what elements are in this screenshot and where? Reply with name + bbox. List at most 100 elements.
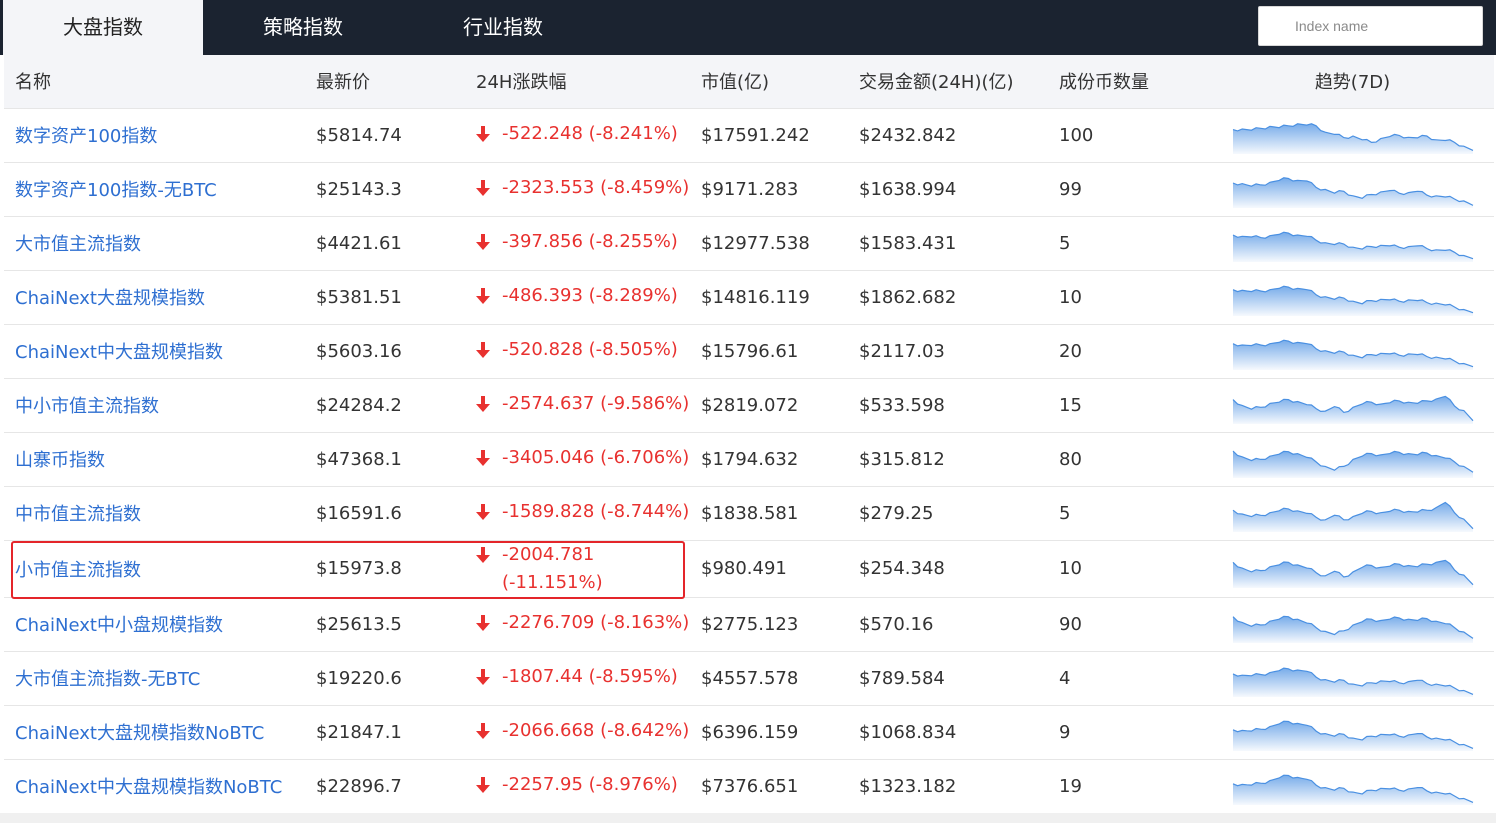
index-name-link[interactable]: 大市值主流指数 xyxy=(15,234,141,255)
constituent-count-cell: 9 xyxy=(1051,705,1211,760)
arrow-down-icon xyxy=(476,503,490,520)
price-cell: $22896.7 xyxy=(308,759,468,814)
trend-sparkline xyxy=(1232,177,1473,208)
arrow-down-icon xyxy=(476,449,490,466)
trend-cell xyxy=(1211,540,1494,598)
index-name-link[interactable]: 大市值主流指数-无BTC xyxy=(15,669,200,690)
name-cell: ChaiNext中小盘规模指数 xyxy=(4,597,308,652)
index-name-link[interactable]: 数字资产100指数 xyxy=(15,126,157,147)
table-row[interactable]: 山寨币指数 $47368.1 -3405.046 (-6.706%) $1794… xyxy=(4,432,1494,487)
change-cell: -2004.781 (-11.151%) xyxy=(468,540,693,598)
index-name-link[interactable]: ChaiNext大盘规模指数 xyxy=(15,288,205,309)
price-cell: $5381.51 xyxy=(308,270,468,325)
sparkline-area xyxy=(1232,396,1473,424)
trend-cell xyxy=(1211,324,1494,379)
price-cell: $21847.1 xyxy=(308,705,468,760)
name-cell: ChaiNext大盘规模指数NoBTC xyxy=(4,705,308,760)
sparkline-area xyxy=(1232,123,1473,154)
change-cell: -2574.637 (-9.586%) xyxy=(468,378,693,433)
name-cell: 中小市值主流指数 xyxy=(4,378,308,433)
index-search-input[interactable] xyxy=(1258,6,1483,46)
table-row[interactable]: ChaiNext中大盘规模指数 $5603.16 -520.828 (-8.50… xyxy=(4,324,1494,379)
price-cell: $4421.61 xyxy=(308,216,468,271)
table-row[interactable]: 小市值主流指数 $15973.8 -2004.781 (-11.151%) $9… xyxy=(4,540,1494,598)
change-value: -397.856 (-8.255%) xyxy=(502,231,678,253)
table-row[interactable]: 中市值主流指数 $16591.6 -1589.828 (-8.744%) $18… xyxy=(4,486,1494,541)
col-header-volume[interactable]: 交易金额(24H)(亿) xyxy=(851,55,1051,109)
constituent-count-cell: 4 xyxy=(1051,651,1211,706)
table-row[interactable]: 中小市值主流指数 $24284.2 -2574.637 (-9.586%) $2… xyxy=(4,378,1494,433)
name-cell: 中市值主流指数 xyxy=(4,486,308,541)
col-header-market-cap[interactable]: 市值(亿) xyxy=(693,55,851,109)
index-name-link[interactable]: 小市值主流指数 xyxy=(15,560,141,581)
arrow-down-icon xyxy=(476,614,490,631)
market-cap-cell: $2819.072 xyxy=(693,378,851,433)
constituent-count-cell: 99 xyxy=(1051,162,1211,217)
col-header-change[interactable]: 24H涨跌幅 xyxy=(468,55,693,109)
market-cap-cell: $7376.651 xyxy=(693,759,851,814)
index-name-link[interactable]: 中小市值主流指数 xyxy=(15,396,159,417)
trend-sparkline xyxy=(1232,395,1473,424)
horizontal-scrollbar[interactable] xyxy=(0,813,1496,823)
trend-sparkline xyxy=(1232,339,1473,370)
price-cell: $19220.6 xyxy=(308,651,468,706)
change-value: -1807.44 (-8.595%) xyxy=(502,666,678,688)
arrow-down-icon xyxy=(476,668,490,685)
trend-cell xyxy=(1211,651,1494,706)
trend-sparkline xyxy=(1232,667,1473,697)
arrow-down-icon xyxy=(476,287,490,304)
price-cell: $25143.3 xyxy=(308,162,468,217)
tab-industry-index[interactable]: 行业指数 xyxy=(403,0,603,55)
constituent-count-cell: 10 xyxy=(1051,540,1211,598)
trend-cell xyxy=(1211,759,1494,814)
index-name-link[interactable]: 山寨币指数 xyxy=(15,450,105,471)
col-header-name[interactable]: 名称 xyxy=(4,55,308,109)
table-row[interactable]: 大市值主流指数 $4421.61 -397.856 (-8.255%) $129… xyxy=(4,216,1494,271)
tab-large-cap-index[interactable]: 大盘指数 xyxy=(3,0,203,55)
trend-sparkline xyxy=(1232,450,1473,478)
name-cell: 数字资产100指数 xyxy=(4,108,308,163)
name-cell: 山寨币指数 xyxy=(4,432,308,487)
index-name-link[interactable]: ChaiNext中大盘规模指数 xyxy=(15,342,223,363)
market-cap-cell: $980.491 xyxy=(693,540,851,598)
table-row[interactable]: 数字资产100指数-无BTC $25143.3 -2323.553 (-8.45… xyxy=(4,162,1494,217)
market-cap-cell: $9171.283 xyxy=(693,162,851,217)
table-row[interactable]: ChaiNext大盘规模指数 $5381.51 -486.393 (-8.289… xyxy=(4,270,1494,325)
col-header-price[interactable]: 最新价 xyxy=(308,55,468,109)
change-value: -2257.95 (-8.976%) xyxy=(502,774,678,796)
table-row[interactable]: 大市值主流指数-无BTC $19220.6 -1807.44 (-8.595%)… xyxy=(4,651,1494,706)
volume-cell: $2432.842 xyxy=(851,108,1051,163)
constituent-count-cell: 80 xyxy=(1051,432,1211,487)
name-cell: 小市值主流指数 xyxy=(4,540,308,598)
volume-cell: $1068.834 xyxy=(851,705,1051,760)
table-row[interactable]: 数字资产100指数 $5814.74 -522.248 (-8.241%) $1… xyxy=(4,108,1494,163)
constituent-count-cell: 10 xyxy=(1051,270,1211,325)
arrow-down-icon xyxy=(476,125,490,142)
trend-cell xyxy=(1211,486,1494,541)
change-value: -486.393 (-8.289%) xyxy=(502,285,678,307)
index-name-link[interactable]: 数字资产100指数-无BTC xyxy=(15,180,217,201)
market-cap-cell: $14816.119 xyxy=(693,270,851,325)
table-row[interactable]: ChaiNext中小盘规模指数 $25613.5 -2276.709 (-8.1… xyxy=(4,597,1494,652)
market-cap-cell: $17591.242 xyxy=(693,108,851,163)
index-name-link[interactable]: ChaiNext中小盘规模指数 xyxy=(15,615,223,636)
change-cell: -1807.44 (-8.595%) xyxy=(468,651,693,706)
col-header-constituent-count[interactable]: 成份币数量 xyxy=(1051,55,1211,109)
name-cell: ChaiNext中大盘规模指数 xyxy=(4,324,308,379)
table-row[interactable]: ChaiNext大盘规模指数NoBTC $21847.1 -2066.668 (… xyxy=(4,705,1494,760)
volume-cell: $570.16 xyxy=(851,597,1051,652)
volume-cell: $315.812 xyxy=(851,432,1051,487)
index-table: 名称 最新价 24H涨跌幅 市值(亿) 交易金额(24H)(亿) 成份币数量 趋… xyxy=(4,55,1494,814)
volume-cell: $1583.431 xyxy=(851,216,1051,271)
market-cap-cell: $1794.632 xyxy=(693,432,851,487)
constituent-count-cell: 100 xyxy=(1051,108,1211,163)
volume-cell: $533.598 xyxy=(851,378,1051,433)
trend-cell xyxy=(1211,432,1494,487)
index-name-link[interactable]: ChaiNext中大盘规模指数NoBTC xyxy=(15,777,282,798)
table-row[interactable]: ChaiNext中大盘规模指数NoBTC $22896.7 -2257.95 (… xyxy=(4,759,1494,814)
tab-strategy-index[interactable]: 策略指数 xyxy=(203,0,403,55)
index-name-link[interactable]: ChaiNext大盘规模指数NoBTC xyxy=(15,723,264,744)
arrow-down-icon xyxy=(476,233,490,250)
trend-cell xyxy=(1211,216,1494,271)
index-name-link[interactable]: 中市值主流指数 xyxy=(15,504,141,525)
